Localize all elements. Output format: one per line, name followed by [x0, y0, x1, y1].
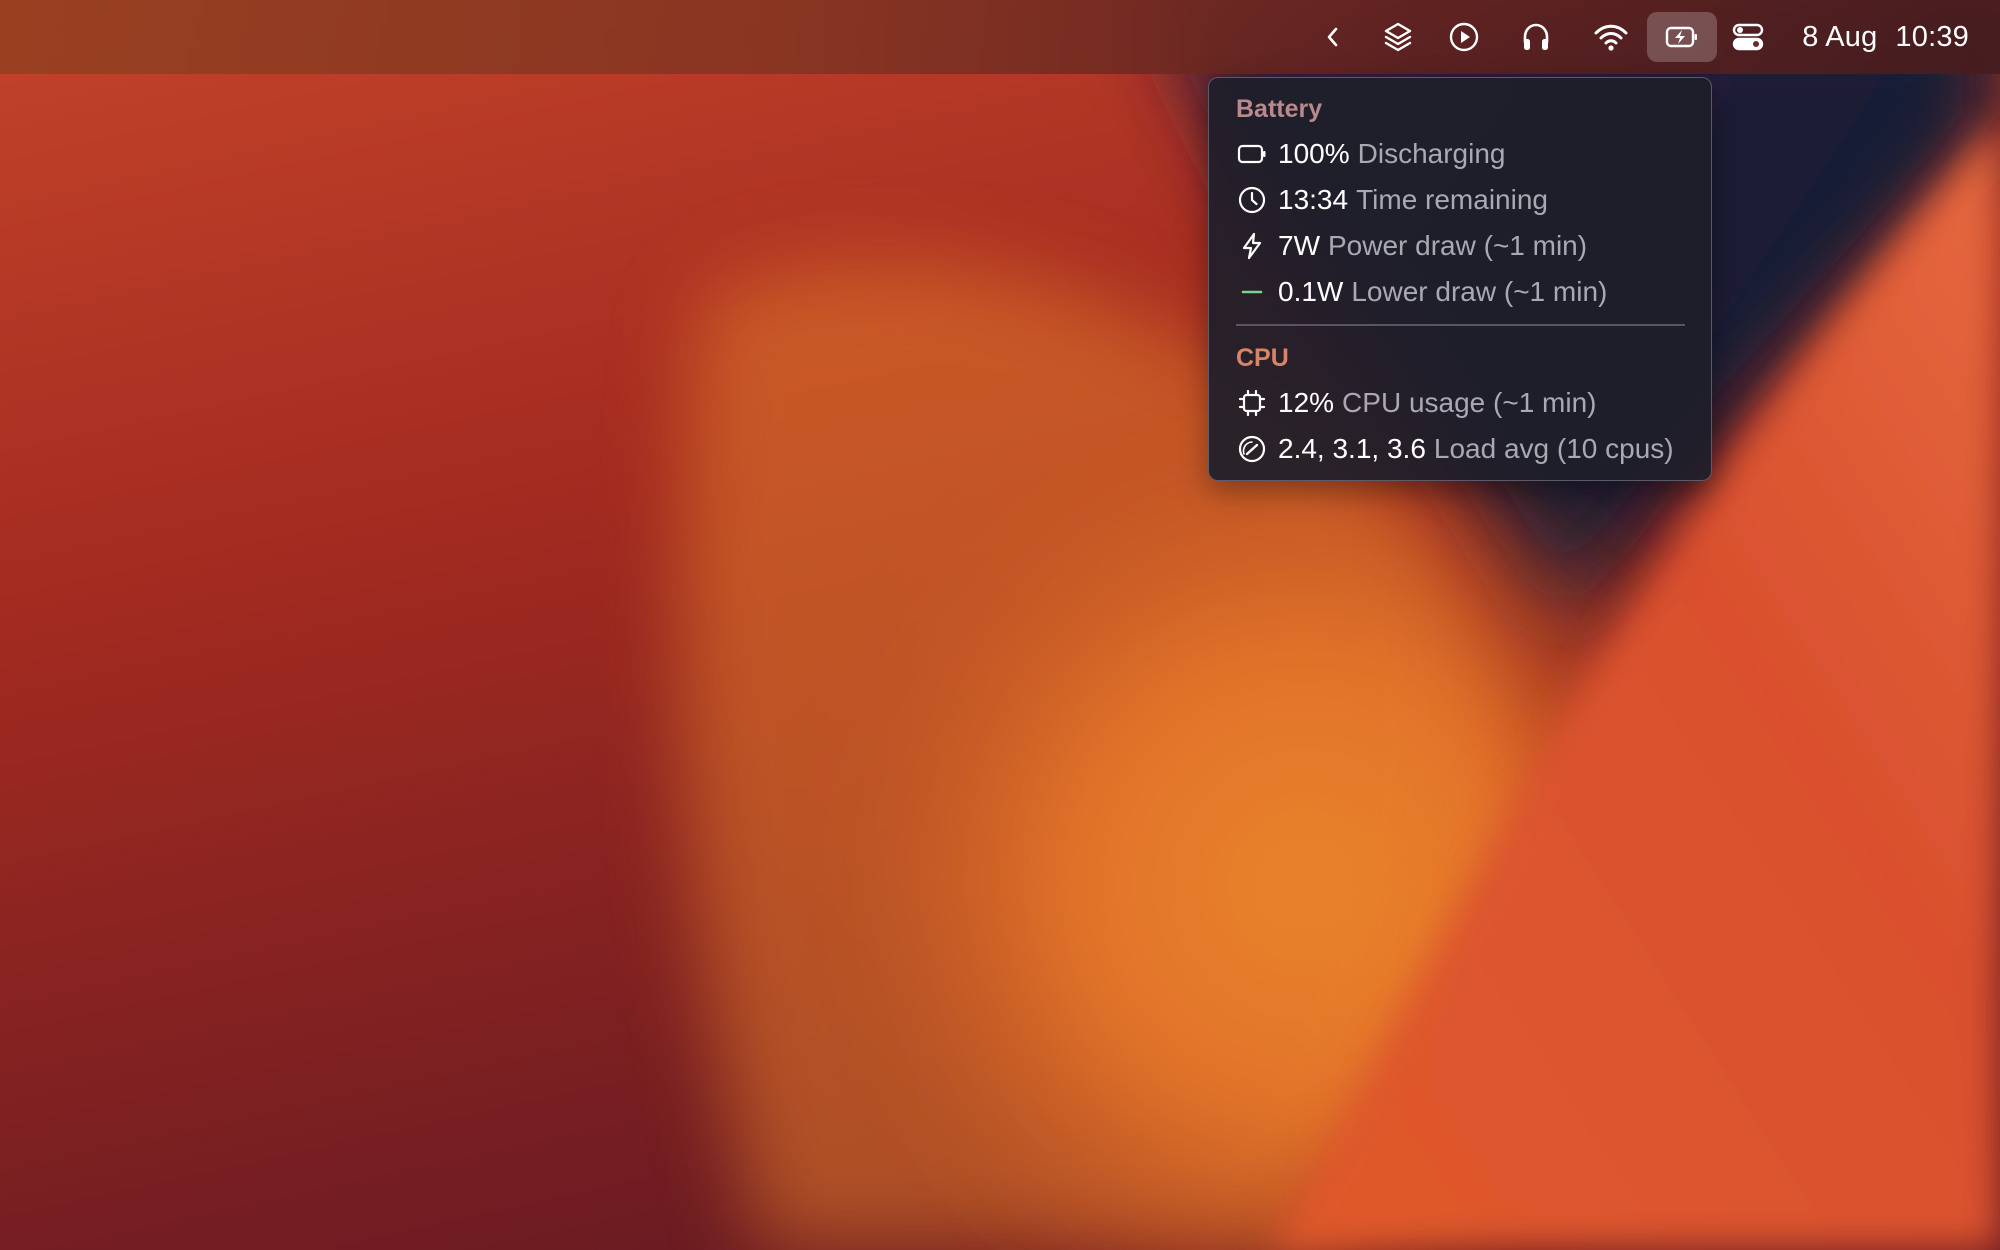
cpu-usage-value: 12%	[1278, 387, 1335, 418]
control-center-icon[interactable]	[1721, 10, 1775, 64]
time-remaining-label: Time remaining	[1356, 184, 1548, 215]
chevron-left-icon[interactable]	[1306, 10, 1360, 64]
power-draw-value: 7W	[1278, 230, 1320, 261]
clock-time: 10:39	[1895, 20, 1969, 53]
lower-draw-label: Lower draw (~1 min)	[1351, 276, 1608, 307]
lower-draw-row: 0.1W Lower draw (~1 min)	[1236, 272, 1607, 312]
battery-icon	[1236, 138, 1268, 170]
time-remaining-value: 13:34	[1278, 184, 1349, 215]
menu-bar: 8 Aug 10:39	[0, 0, 2000, 74]
cpu-section-title: CPU	[1236, 344, 1289, 372]
menu-bar-clock[interactable]: 8 Aug 10:39	[1802, 0, 2000, 74]
battery-level-row: 100% Discharging	[1236, 134, 1505, 174]
power-draw-row: 7W Power draw (~1 min)	[1236, 226, 1587, 266]
battery-cpu-popover: Battery 100% Discharging 13:34 Time rema…	[1208, 77, 1712, 481]
play-circle-icon[interactable]	[1437, 10, 1491, 64]
wifi-icon[interactable]	[1584, 10, 1638, 64]
section-divider	[1236, 324, 1685, 326]
battery-charging-icon[interactable]	[1647, 12, 1717, 62]
cpu-usage-row: 12% CPU usage (~1 min)	[1236, 383, 1596, 423]
headphones-icon[interactable]	[1509, 10, 1563, 64]
time-remaining-row: 13:34 Time remaining	[1236, 180, 1548, 220]
lower-draw-value: 0.1W	[1278, 276, 1344, 307]
cpu-usage-label: CPU usage (~1 min)	[1342, 387, 1597, 418]
lightning-icon	[1236, 230, 1268, 262]
minus-icon	[1236, 276, 1268, 308]
gauge-icon	[1236, 433, 1268, 465]
clock-icon	[1236, 184, 1268, 216]
layers-icon[interactable]	[1371, 10, 1425, 64]
load-avg-label: Load avg (10 cpus)	[1433, 433, 1674, 464]
battery-section-title: Battery	[1236, 95, 1323, 123]
load-avg-value: 2.4, 3.1, 3.6	[1278, 433, 1426, 464]
battery-level-label: Discharging	[1357, 138, 1506, 169]
cpu-chip-icon	[1236, 387, 1268, 419]
power-draw-label: Power draw (~1 min)	[1328, 230, 1588, 261]
clock-date: 8 Aug	[1802, 20, 1878, 53]
battery-level-value: 100%	[1278, 138, 1350, 169]
load-avg-row: 2.4, 3.1, 3.6 Load avg (10 cpus)	[1236, 429, 1674, 469]
